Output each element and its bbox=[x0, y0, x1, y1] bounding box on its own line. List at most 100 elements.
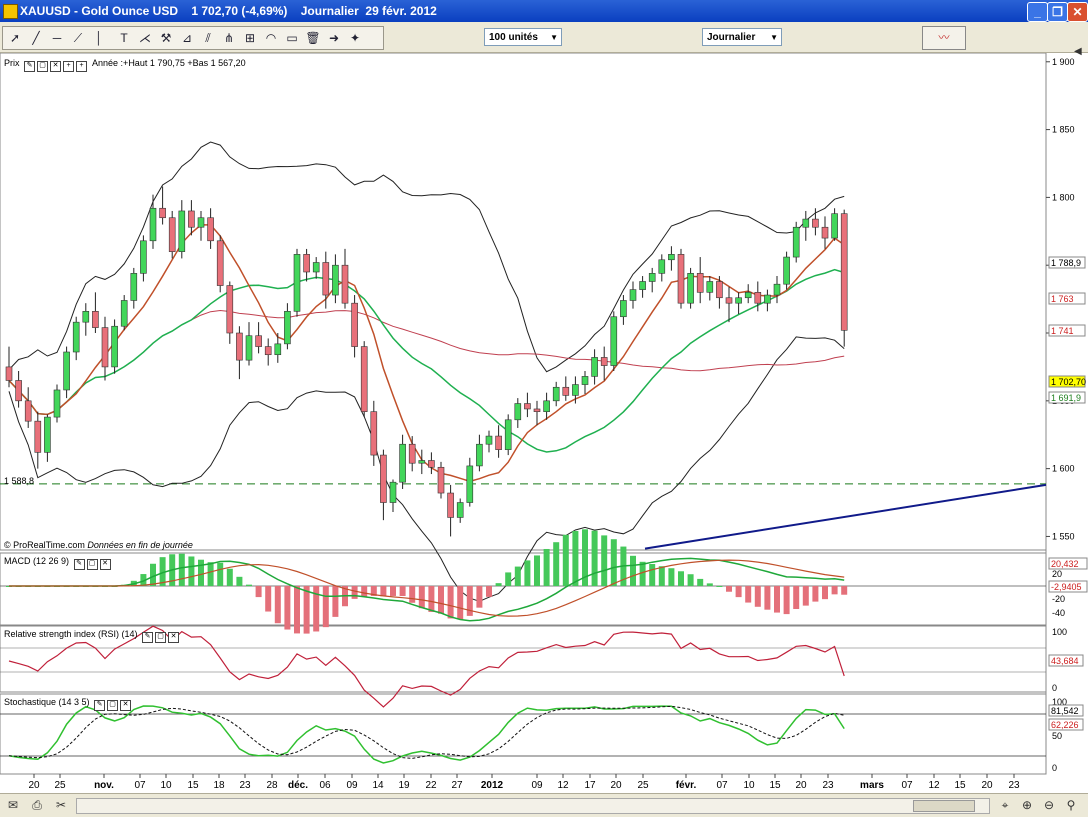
candle bbox=[552, 386, 560, 402]
add-indicator-icon[interactable]: + bbox=[76, 61, 88, 72]
macd-histogram-bar bbox=[399, 586, 406, 597]
candle bbox=[63, 351, 70, 391]
macd-histogram-bar bbox=[745, 586, 752, 603]
trash-icon[interactable]: 🗑 bbox=[304, 29, 322, 47]
period-select[interactable]: Journalier ▼ bbox=[702, 28, 782, 46]
macd-histogram-bar bbox=[716, 585, 723, 587]
window-icon[interactable]: ▢ bbox=[107, 700, 119, 711]
x-axis-label: 20 bbox=[28, 780, 40, 791]
maximize-button[interactable]: ❐ bbox=[1047, 2, 1068, 22]
printer-icon[interactable]: ⎙ bbox=[28, 797, 46, 813]
candle bbox=[159, 207, 166, 219]
wand-icon[interactable]: ✦ bbox=[346, 29, 364, 47]
period-select-value: Journalier bbox=[707, 32, 756, 43]
channel-icon[interactable]: ⫽ bbox=[199, 29, 217, 47]
fan-tool-icon[interactable]: ⋌ bbox=[136, 29, 154, 47]
add-icon[interactable]: + bbox=[63, 61, 75, 72]
wrench-icon[interactable]: ✎ bbox=[24, 61, 36, 72]
chart-canvas[interactable]: 1 9001 8501 8001 7501 7001 6501 6001 550… bbox=[0, 53, 1088, 793]
wrench-icon[interactable]: ✎ bbox=[142, 632, 154, 643]
stoch-k-line bbox=[8, 705, 845, 764]
x-axis-label: 2012 bbox=[481, 780, 504, 791]
close-button[interactable]: ✕ bbox=[1067, 2, 1088, 22]
indicators-icon[interactable]: 〰 bbox=[922, 26, 966, 50]
envelope-icon[interactable]: ✉ bbox=[4, 797, 22, 813]
macd-histogram-bar bbox=[198, 559, 204, 586]
pointer-icon[interactable]: ➚ bbox=[6, 29, 24, 47]
candle bbox=[524, 403, 531, 410]
window-icon[interactable]: ▢ bbox=[37, 61, 49, 72]
status-bar: ✉ ⎙ ✂ ⌖ ⊕ ⊖ ⚲ bbox=[0, 793, 1088, 817]
scissors-icon[interactable]: ✂ bbox=[52, 797, 70, 813]
units-select[interactable]: 100 unités ▼ bbox=[484, 28, 562, 46]
macd-histogram-bar bbox=[207, 562, 214, 586]
hammer-tool-icon[interactable]: ⚒ bbox=[157, 29, 175, 47]
horizontal-scrollbar[interactable] bbox=[76, 798, 990, 814]
y-tick-label: 1 850 bbox=[1052, 125, 1075, 135]
candle bbox=[360, 346, 368, 412]
vertical-line-icon[interactable]: │ bbox=[90, 29, 108, 47]
macd-histogram-bar bbox=[332, 586, 339, 617]
x-axis-label: 09 bbox=[346, 780, 358, 791]
candle bbox=[543, 400, 550, 412]
candle bbox=[284, 311, 291, 345]
x-axis-label: 17 bbox=[584, 780, 596, 791]
x-axis-label: 28 bbox=[266, 780, 278, 791]
arc-tool-icon[interactable]: ◠ bbox=[262, 29, 280, 47]
candle bbox=[389, 481, 397, 503]
rectangle-tool-icon[interactable]: ▭ bbox=[283, 29, 301, 47]
macd-histogram-bar bbox=[390, 586, 396, 596]
x-axis-label: déc. bbox=[288, 780, 308, 791]
macd-panel-header: MACD (12 26 9) ✎ ▢ ✕ bbox=[4, 556, 111, 570]
candle bbox=[447, 492, 454, 518]
bollinger-lower bbox=[8, 336, 845, 602]
stoch-panel-label: Stochastique (14 3 5) bbox=[4, 697, 90, 707]
window-icon[interactable]: ▢ bbox=[155, 632, 167, 643]
zoom-fit-icon[interactable]: ⌖ bbox=[996, 797, 1014, 813]
drawing-tools-group: ➚ ╱ ─ ⟋ │ T ⋌ ⚒ ⊿ ⫽ ⋔ ⊞ ◠ ▭ 🗑 ➜ ✦ bbox=[2, 26, 384, 50]
price-panel-label: Prix bbox=[4, 58, 20, 68]
arrow-right-icon[interactable]: ➜ bbox=[325, 29, 343, 47]
window-icon[interactable]: ▢ bbox=[86, 559, 98, 570]
fibonacci-icon[interactable]: ⊿ bbox=[178, 29, 196, 47]
macd-histogram-bar bbox=[610, 539, 617, 586]
horizontal-line-icon[interactable]: ─ bbox=[48, 29, 66, 47]
x-axis-label: 15 bbox=[769, 780, 781, 791]
scrollbar-thumb[interactable] bbox=[913, 800, 975, 812]
search-icon[interactable]: ⚲ bbox=[1062, 797, 1080, 813]
wrench-icon[interactable]: ✎ bbox=[94, 700, 106, 711]
trend-line-icon[interactable]: ⟋ bbox=[69, 29, 87, 47]
retracement-icon[interactable]: ⊞ bbox=[241, 29, 259, 47]
x-axis-label: 25 bbox=[637, 780, 649, 791]
price-panel-header: Prix ✎ ▢ ✕ + + Année :+Haut 1 790,75 +Bas 1 … bbox=[4, 58, 246, 72]
zoom-out-icon[interactable]: ⊖ bbox=[1040, 797, 1058, 813]
value-tag: 1 741 bbox=[1051, 326, 1074, 336]
close-icon[interactable]: ✕ bbox=[50, 61, 62, 72]
close-icon[interactable]: ✕ bbox=[120, 700, 132, 711]
minimize-button[interactable]: _ bbox=[1027, 2, 1048, 22]
macd-histogram-bar bbox=[274, 586, 281, 624]
candle bbox=[101, 327, 109, 368]
x-axis-label: 10 bbox=[160, 780, 172, 791]
x-axis-label: 07 bbox=[901, 780, 913, 791]
candle bbox=[130, 273, 138, 301]
pitchfork-icon[interactable]: ⋔ bbox=[220, 29, 238, 47]
x-axis-label: 19 bbox=[398, 780, 410, 791]
macd-histogram-bar bbox=[380, 586, 387, 597]
macd-histogram-bar bbox=[764, 586, 771, 610]
text-tool-icon[interactable]: T bbox=[115, 29, 133, 47]
macd-histogram-bar bbox=[706, 583, 713, 586]
wrench-icon[interactable]: ✎ bbox=[73, 559, 85, 570]
y-tick-label: 1 800 bbox=[1052, 192, 1075, 202]
close-icon[interactable]: ✕ bbox=[99, 559, 111, 570]
candle bbox=[34, 420, 42, 453]
x-axis-label: 23 bbox=[822, 780, 834, 791]
zoom-in-icon[interactable]: ⊕ bbox=[1018, 797, 1036, 813]
candle bbox=[264, 346, 272, 356]
x-axis-label: 18 bbox=[213, 780, 225, 791]
macd-histogram-bar bbox=[418, 586, 425, 609]
close-icon[interactable]: ✕ bbox=[168, 632, 180, 643]
line-tool-icon[interactable]: ╱ bbox=[27, 29, 45, 47]
macd-y-tick: -40 bbox=[1052, 608, 1065, 618]
x-axis-label: 06 bbox=[319, 780, 331, 791]
